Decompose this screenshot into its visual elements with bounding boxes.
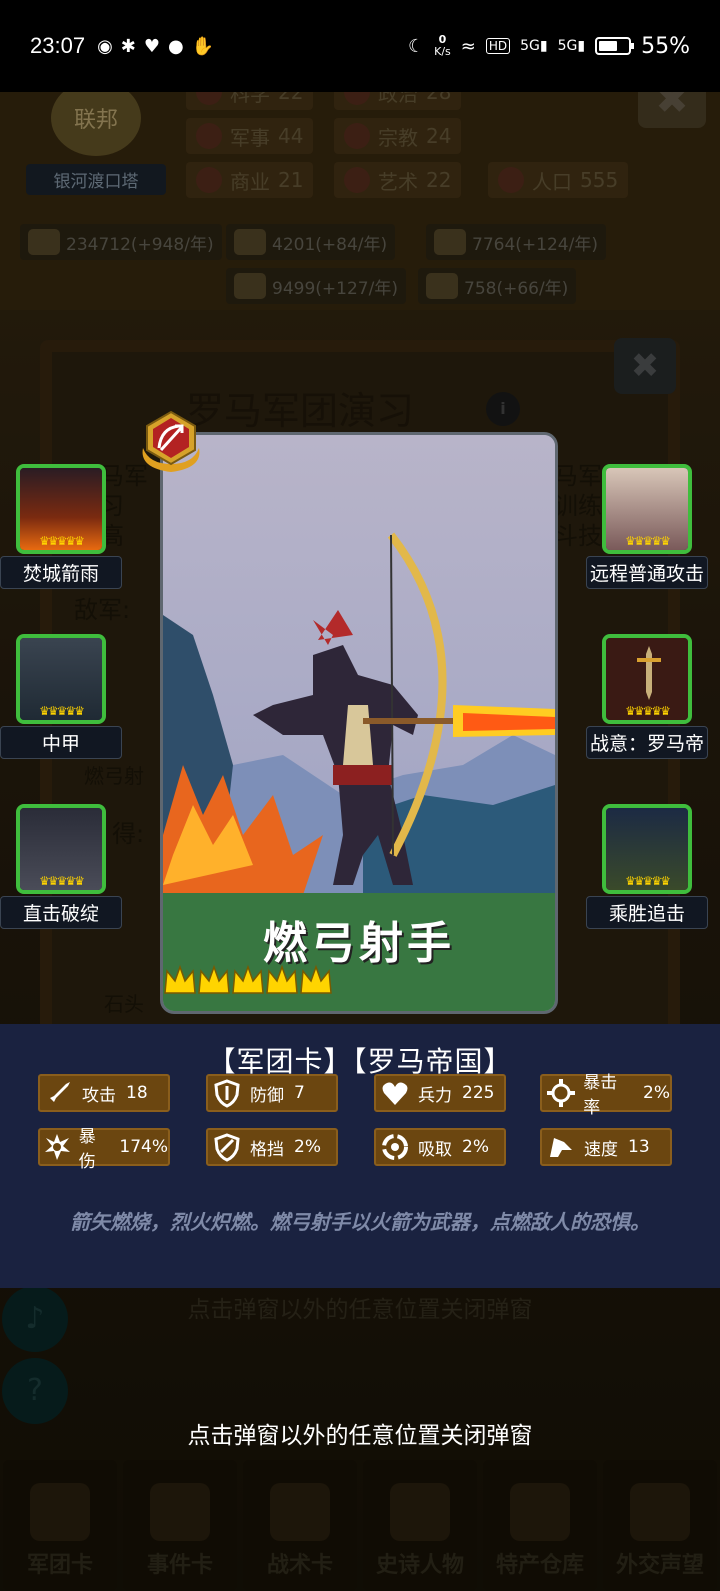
stat-crit-damage: 暴伤 174%	[38, 1127, 170, 1172]
heart-icon: ♥	[143, 35, 161, 57]
net-speed: 0 K/s	[434, 33, 451, 58]
status-bar: 23:07 ◉ ✱ ♥ ● ✋ ☾ 0 K/s ≈ HD 5G▮ 5G▮ 55%	[0, 0, 720, 92]
block-icon	[210, 1130, 244, 1164]
crown-icon: ♛♛♛♛♛	[625, 704, 671, 718]
hd-icon: HD	[485, 38, 511, 54]
unit-card[interactable]: 燃弓射手	[160, 432, 558, 1014]
wechat-icon: ●	[168, 35, 184, 57]
skill-right-2[interactable]: ♛♛♛♛♛ 战意：罗马帝	[586, 634, 708, 759]
stat-crit-rate: 暴击率 2%	[540, 1073, 672, 1118]
stat-drain: 吸取 2%	[374, 1128, 506, 1166]
skill-right-3[interactable]: ♛♛♛♛♛ 乘胜追击	[586, 804, 708, 929]
speed-icon	[544, 1130, 578, 1164]
skill-frame: ♛♛♛♛♛	[16, 634, 106, 724]
crown-icon	[164, 964, 332, 994]
skill-left-3[interactable]: ♛♛♛♛♛ 直击破绽	[0, 804, 122, 929]
bluetooth-icon: ✱	[120, 35, 136, 57]
skill-right-1[interactable]: ♛♛♛♛♛ 远程普通攻击	[586, 464, 708, 589]
crown-icon: ♛♛♛♛♛	[39, 534, 85, 548]
eye-icon: ◉	[97, 35, 113, 57]
stat-speed: 速度 13	[540, 1128, 672, 1166]
crown-icon: ♛♛♛♛♛	[39, 704, 85, 718]
skill-frame: ♛♛♛♛♛	[16, 804, 106, 894]
skill-frame: ♛♛♛♛♛	[602, 464, 692, 554]
hand-icon: ✋	[191, 35, 215, 57]
card-description: 箭矢燃烧，烈火炽燃。燃弓射手以火箭为武器，点燃敌人的恐惧。	[70, 1210, 650, 1234]
card-name: 燃弓射手	[263, 918, 455, 969]
signal-icon: 5G▮	[520, 38, 548, 54]
sword-icon	[637, 646, 661, 700]
skill-left-1[interactable]: ♛♛♛♛♛ 焚城箭雨	[0, 464, 122, 589]
skill-frame: ♛♛♛♛♛	[602, 634, 692, 724]
skill-frame: ♛♛♛♛♛	[16, 464, 106, 554]
drain-icon	[378, 1130, 412, 1164]
close-hint: 点击弹窗以外的任意位置关闭弹窗	[187, 1423, 533, 1449]
stat-block: 格挡 2%	[206, 1128, 338, 1166]
archer-badge-icon	[135, 408, 207, 474]
stat-defense: 防御 7	[206, 1074, 338, 1112]
shield-icon	[210, 1076, 244, 1110]
battery-icon	[595, 37, 635, 55]
signal-icon-2: 5G▮	[557, 38, 586, 54]
crown-icon: ♛♛♛♛♛	[625, 874, 671, 888]
skill-left-2[interactable]: ♛♛♛♛♛ 中甲	[0, 634, 122, 759]
stat-troops: 兵力 225	[374, 1074, 506, 1112]
battery-percent: 55%	[641, 33, 690, 59]
stat-attack: 攻击 18	[38, 1074, 170, 1112]
crown-icon: ♛♛♛♛♛	[39, 874, 85, 888]
status-time: 23:07	[30, 33, 86, 58]
wifi-icon: ≈	[460, 35, 476, 57]
burst-icon	[42, 1130, 73, 1164]
crown-icon: ♛♛♛♛♛	[625, 534, 671, 548]
crit-icon	[544, 1076, 577, 1110]
heart-icon	[378, 1076, 412, 1110]
moon-icon: ☾	[407, 35, 425, 57]
skill-frame: ♛♛♛♛♛	[602, 804, 692, 894]
sword-icon	[42, 1076, 76, 1110]
